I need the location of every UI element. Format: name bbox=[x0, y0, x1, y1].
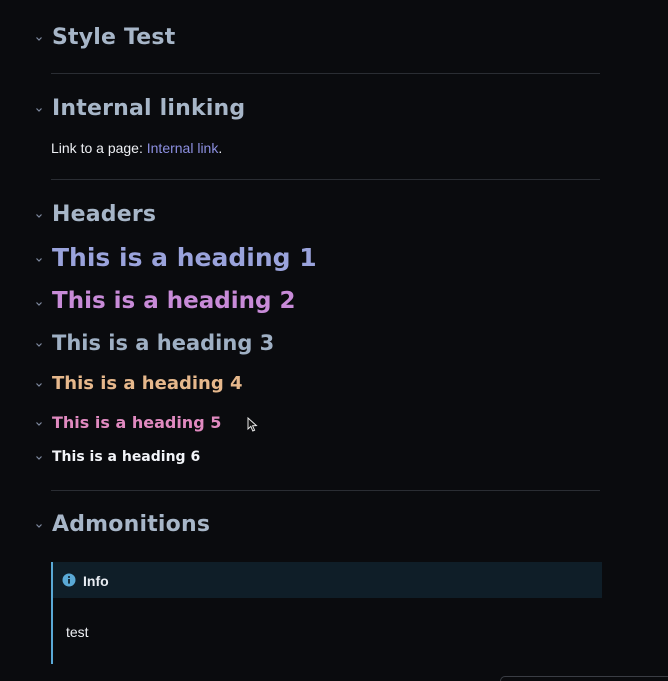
info-icon bbox=[62, 573, 76, 587]
admonition-header: Info bbox=[53, 562, 602, 598]
chevron-down-icon[interactable] bbox=[34, 380, 44, 390]
chevron-down-icon[interactable] bbox=[34, 34, 44, 44]
paragraph-text: Link to a page: bbox=[51, 140, 147, 156]
internal-link-paragraph: Link to a page: Internal link. bbox=[51, 140, 222, 156]
info-admonition: Info test bbox=[51, 562, 602, 664]
chevron-down-icon[interactable] bbox=[34, 419, 44, 429]
heading-3: This is a heading 3 bbox=[52, 331, 275, 355]
divider bbox=[51, 179, 600, 180]
heading-5: This is a heading 5 bbox=[52, 413, 222, 432]
divider bbox=[51, 490, 600, 491]
section-heading-internal-linking: Internal linking bbox=[52, 96, 246, 121]
panel-edge bbox=[500, 676, 668, 681]
paragraph-text-end: . bbox=[218, 140, 223, 156]
admonition-title: Info bbox=[83, 573, 109, 589]
heading-4: This is a heading 4 bbox=[52, 373, 243, 394]
heading-6: This is a heading 6 bbox=[52, 449, 201, 465]
chevron-down-icon[interactable] bbox=[34, 453, 44, 463]
chevron-down-icon[interactable] bbox=[34, 299, 44, 309]
heading-1: This is a heading 1 bbox=[52, 243, 317, 272]
chevron-down-icon[interactable] bbox=[34, 340, 44, 350]
section-heading-admonitions: Admonitions bbox=[52, 512, 211, 537]
section-heading-headers: Headers bbox=[52, 202, 157, 227]
document-content: Style Test Internal linking Link to a pa… bbox=[0, 0, 668, 681]
page-title: Style Test bbox=[52, 25, 176, 50]
internal-link[interactable]: Internal link bbox=[147, 140, 219, 156]
heading-2: This is a heading 2 bbox=[52, 288, 296, 314]
chevron-down-icon[interactable] bbox=[34, 521, 44, 531]
admonition-body: test bbox=[66, 624, 89, 640]
chevron-down-icon[interactable] bbox=[34, 211, 44, 221]
chevron-down-icon[interactable] bbox=[34, 105, 44, 115]
chevron-down-icon[interactable] bbox=[34, 255, 44, 265]
divider bbox=[51, 73, 600, 74]
mouse-pointer-icon bbox=[247, 417, 259, 433]
